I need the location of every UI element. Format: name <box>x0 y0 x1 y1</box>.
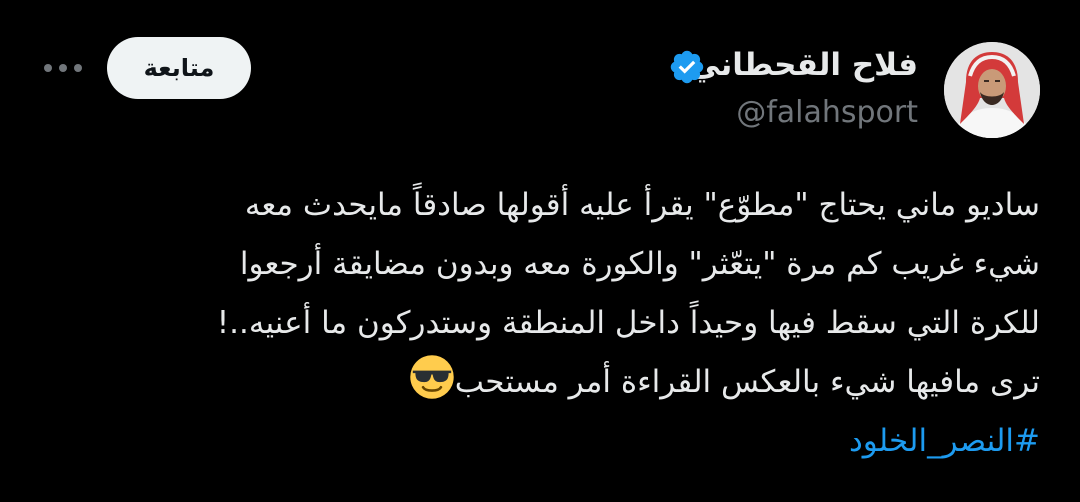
user-handle[interactable]: @falahsport <box>736 95 918 130</box>
tweet-line: شيء غريب كم مرة "يتعّثر" والكورة معه وبد… <box>239 246 1040 282</box>
verified-badge-icon <box>670 50 704 84</box>
more-options-icon <box>44 64 82 72</box>
user-display-name[interactable]: فلاح القحطاني <box>689 47 918 83</box>
tweet-line: ساديو ماني يحتاج "مطوّع" يقرأ عليه أقوله… <box>244 187 1040 223</box>
tweet-line-hashtag: #النصر_الخلود <box>40 412 1040 471</box>
tweet-line: للكرة التي سقط فيها وحيداً داخل المنطقة … <box>216 305 1040 341</box>
tweet-line-with-emoji: ترى مافيها شيء بالعكس القراءة أمر مستحب <box>40 353 1040 412</box>
tweet-text: ساديو ماني يحتاج "مطوّع" يقرأ عليه أقوله… <box>40 176 1040 471</box>
smiling-face-with-sunglasses-icon <box>410 355 454 399</box>
hashtag-link[interactable]: #النصر_الخلود <box>849 423 1040 459</box>
avatar[interactable] <box>944 42 1040 138</box>
follow-button[interactable]: متابعة <box>107 37 251 99</box>
avatar-image <box>944 42 1040 138</box>
more-options-button[interactable] <box>38 55 88 81</box>
tweet-line-text: ترى مافيها شيء بالعكس القراءة أمر مستحب <box>454 364 1040 400</box>
